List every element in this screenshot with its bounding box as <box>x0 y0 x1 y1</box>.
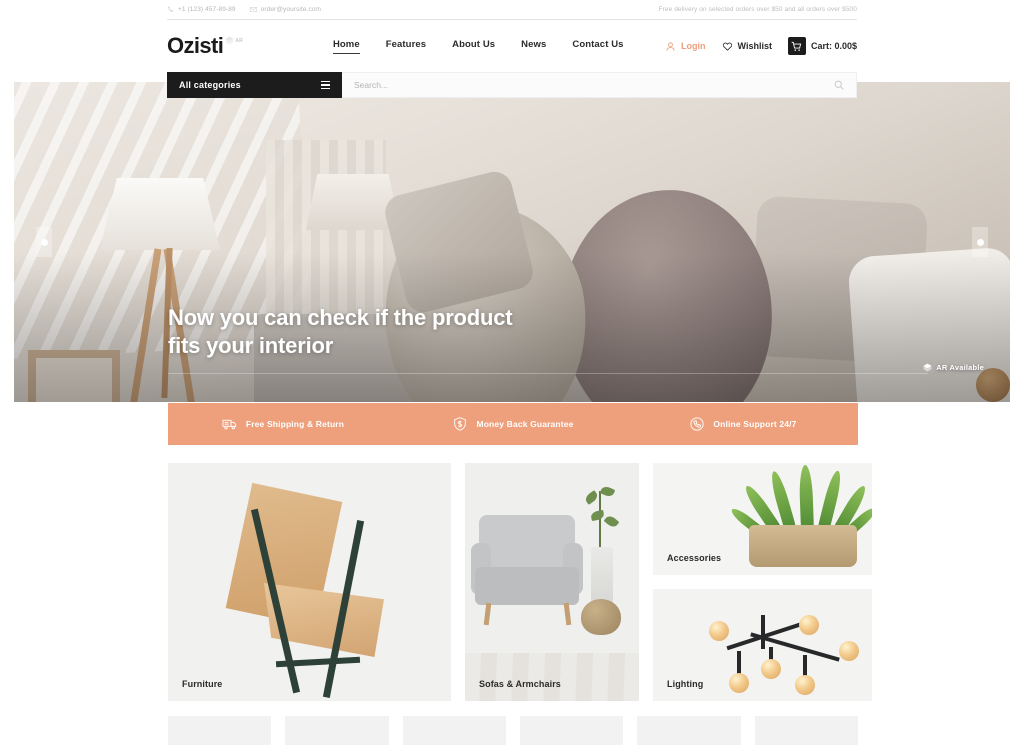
brand-placeholder[interactable] <box>285 716 389 745</box>
brand-placeholder[interactable] <box>520 716 624 745</box>
phone-contact[interactable]: +1 (123) 457-89-89 <box>167 6 236 13</box>
logo-ar-badge: AR <box>225 36 243 45</box>
feature-online-support[interactable]: Online Support 24/7 <box>628 416 858 432</box>
hero-divider <box>168 373 928 374</box>
brand-placeholder[interactable] <box>402 716 506 745</box>
category-card-sofas[interactable]: Sofas & Armchairs <box>465 463 639 701</box>
hero-title-line1: Now you can check if the product <box>168 304 513 330</box>
phone-icon <box>167 6 174 13</box>
email-address: order@yoursite.com <box>260 6 322 13</box>
nav-item-home[interactable]: Home <box>332 39 360 54</box>
hamburger-icon <box>321 81 330 89</box>
ar-available-label: AR Available <box>936 363 984 372</box>
top-bar-contacts: +1 (123) 457-89-89 order@yoursite.com <box>167 6 321 13</box>
ar-available-badge: AR Available <box>923 363 984 372</box>
chevron-left-icon <box>40 238 48 246</box>
page-root: +1 (123) 457-89-89 order@yoursite.com Fr… <box>0 0 1024 745</box>
category-dropdown-label: All categories <box>179 80 241 90</box>
nav-item-about-us[interactable]: About Us <box>452 39 495 53</box>
feature-label: Money Back Guarantee <box>476 419 574 429</box>
logo[interactable]: Ozisti AR <box>167 35 243 57</box>
feature-label: Free Shipping & Return <box>245 419 345 429</box>
top-bar: +1 (123) 457-89-89 order@yoursite.com Fr… <box>167 0 857 20</box>
carousel-prev-button[interactable] <box>36 227 52 257</box>
cart-label: Cart: 0.00$ <box>810 41 857 51</box>
hero-carousel: Now you can check if the product fits yo… <box>14 82 1010 402</box>
category-label: Accessories <box>667 553 722 563</box>
delivery-notice: Free delivery on selected orders over $5… <box>658 6 857 13</box>
hero-title-line2: fits your interior <box>168 332 334 358</box>
hero-title: Now you can check if the product fits yo… <box>168 304 513 360</box>
category-card-accessories[interactable]: Accessories <box>653 463 872 575</box>
category-grid: Furniture Sofas & Armchairs Accessories … <box>168 463 872 701</box>
features-strip: Free Shipping & Return Money Back Guaran… <box>168 403 858 445</box>
category-card-furniture[interactable]: Furniture <box>168 463 451 701</box>
nav-item-contact-us[interactable]: Contact Us <box>572 39 623 53</box>
envelope-icon <box>249 6 257 13</box>
user-icon <box>665 41 676 52</box>
category-label: Sofas & Armchairs <box>479 679 561 689</box>
feature-free-shipping[interactable]: Free Shipping & Return <box>168 416 398 432</box>
category-dropdown[interactable]: All categories <box>167 72 342 98</box>
ar-cube-icon <box>225 36 234 45</box>
main-navigation: Home Features About Us News Contact Us <box>332 39 624 54</box>
logo-text: Ozisti <box>167 33 224 58</box>
nav-item-features[interactable]: Features <box>386 39 426 53</box>
nav-item-news[interactable]: News <box>521 39 546 53</box>
feature-label: Online Support 24/7 <box>713 419 797 429</box>
category-card-lighting[interactable]: Lighting <box>653 589 872 701</box>
cart-icon <box>787 37 806 55</box>
wishlist-button[interactable]: Wishlist <box>722 41 772 52</box>
chevron-right-icon <box>976 238 984 246</box>
search-field-wrap <box>342 72 857 98</box>
heart-icon <box>722 41 733 52</box>
truck-icon <box>222 416 238 432</box>
logo-ar-text: AR <box>235 37 243 44</box>
search-input[interactable] <box>354 80 834 90</box>
category-right-column: Accessories Lighting <box>653 463 872 701</box>
carousel-next-button[interactable] <box>972 227 988 257</box>
cart-button[interactable]: Cart: 0.00$ <box>787 37 857 55</box>
email-contact[interactable]: order@yoursite.com <box>249 6 322 13</box>
login-button[interactable]: Login <box>665 41 706 52</box>
feature-money-back[interactable]: Money Back Guarantee <box>398 416 628 432</box>
headset-phone-icon <box>689 416 705 432</box>
category-label: Furniture <box>182 679 223 689</box>
furniture-image <box>168 463 451 701</box>
header-actions: Login Wishlist Cart: 0.00$ <box>665 37 857 55</box>
brand-placeholder-row <box>168 716 858 745</box>
phone-number: +1 (123) 457-89-89 <box>178 6 236 13</box>
site-header: Ozisti AR Home Features About Us News Co… <box>167 20 857 72</box>
category-label: Lighting <box>667 679 704 689</box>
sofas-image <box>465 463 639 701</box>
brand-placeholder[interactable] <box>168 716 272 745</box>
wishlist-label: Wishlist <box>737 41 772 51</box>
shield-dollar-icon <box>452 416 468 432</box>
search-icon[interactable] <box>834 80 844 90</box>
brand-placeholder[interactable] <box>637 716 741 745</box>
brand-placeholder[interactable] <box>754 716 858 745</box>
login-label: Login <box>681 41 706 51</box>
ar-cube-icon <box>923 363 932 372</box>
search-bar: All categories <box>167 72 857 98</box>
